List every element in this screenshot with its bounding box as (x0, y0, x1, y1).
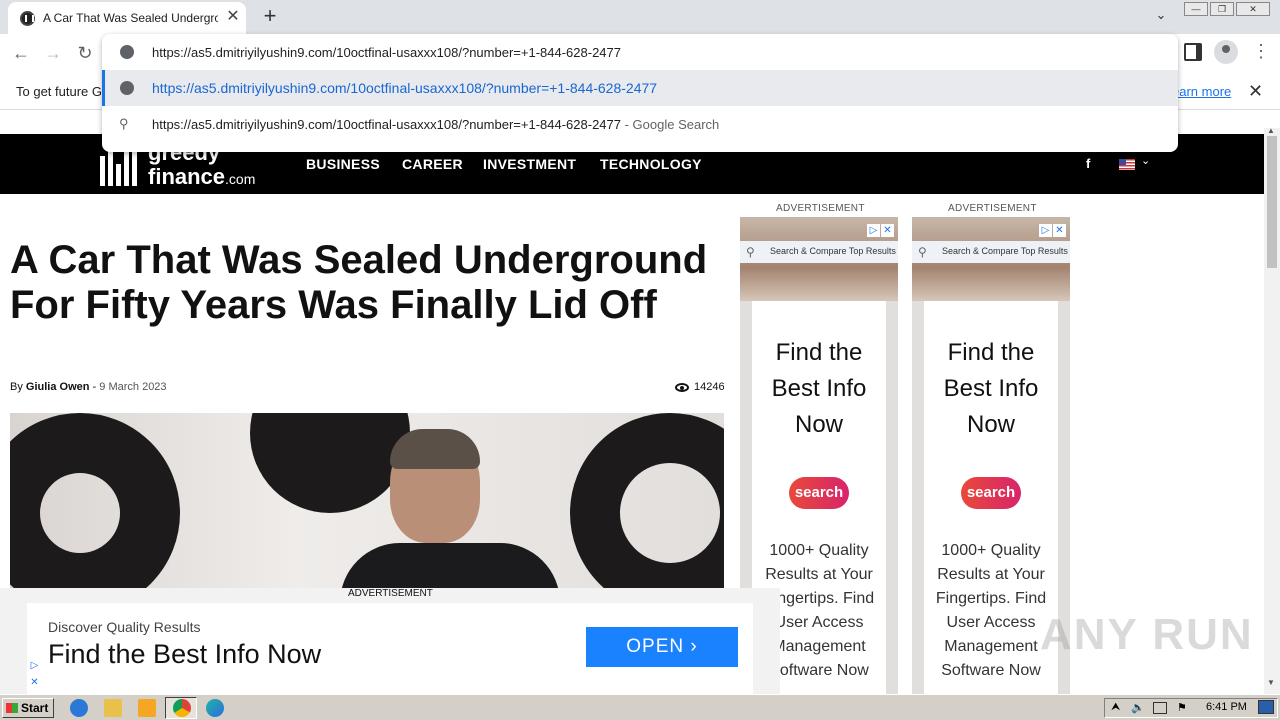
hero-backdrop-shape (570, 413, 724, 613)
scrollbar-thumb[interactable] (1267, 136, 1277, 268)
restore-button[interactable]: ❐ (1210, 2, 1234, 16)
window-close-button[interactable]: ✕ (1236, 2, 1270, 16)
view-count: 14246 (694, 381, 725, 393)
page-scrollbar[interactable]: ▲ ▼ (1264, 126, 1280, 694)
side-panel-icon[interactable] (1184, 43, 1202, 61)
adchoices-icon[interactable]: ▷ (28, 659, 41, 672)
byline-separator: - (92, 381, 97, 393)
bottom-ad-card[interactable]: Discover Quality Results Find the Best I… (27, 603, 753, 694)
volume-icon[interactable]: 🔈 (1131, 701, 1145, 714)
watermark-logo: ANY RUN (1040, 610, 1254, 659)
minimize-button[interactable]: — (1184, 2, 1208, 16)
scroll-down-icon[interactable]: ▼ (1267, 678, 1275, 687)
suggestion-search-hint: - Google Search (620, 117, 720, 132)
site-info-icon[interactable] (120, 45, 134, 59)
chrome-icon (173, 699, 191, 717)
magnifier-icon: ⚲ (746, 245, 755, 259)
nav-investment[interactable]: INVESTMENT (483, 156, 576, 172)
info-bar-text: To get future G (16, 84, 102, 99)
adchoices-icon[interactable]: ▷ (1039, 224, 1052, 237)
taskbar: Start ⮝ 🔈 ⚑ 6:41 PM (0, 694, 1280, 720)
suggestion-search-query: https://as5.dmitriyilyushin9.com/10octfi… (152, 117, 621, 132)
us-flag-icon[interactable] (1119, 159, 1135, 170)
info-bar-close-icon[interactable]: ✕ (1248, 81, 1263, 102)
suggestion-search-text: https://as5.dmitriyilyushin9.com/10octfi… (152, 117, 719, 132)
ad-label: ADVERTISEMENT (776, 203, 865, 214)
article-byline: By Giulia Owen - 9 March 2023 (10, 381, 167, 393)
clock[interactable]: 6:41 PM (1206, 701, 1247, 713)
ad-title: Find the Best Info Now (771, 339, 867, 438)
logo-word: finance (148, 164, 226, 189)
ad-search-bar: Search & Compare Top Results (912, 241, 1070, 263)
article-headline: A Car That Was Sealed Underground For Fi… (10, 238, 708, 327)
new-tab-button[interactable]: + (258, 5, 282, 29)
language-chevron-icon[interactable]: ⌄ (1141, 154, 1150, 167)
forward-arrow-icon[interactable]: → (40, 41, 66, 65)
tab-search-chevron-icon[interactable]: ⌄ (1150, 7, 1172, 27)
bottom-ad: ADVERTISEMENT Discover Quality Results F… (0, 588, 780, 694)
scroll-up-icon[interactable]: ▲ (1267, 126, 1275, 135)
system-tray: ⮝ 🔈 ⚑ (1104, 698, 1278, 718)
show-desktop-icon[interactable] (1258, 700, 1274, 714)
edge-icon[interactable] (206, 699, 224, 717)
adchoices-icon[interactable]: ▷ (867, 224, 880, 237)
tray-expand-icon[interactable]: ⮝ (1111, 701, 1120, 714)
start-button[interactable]: Start (2, 698, 54, 718)
ie-icon[interactable] (70, 699, 88, 717)
back-arrow-icon[interactable]: ← (8, 41, 34, 65)
profile-avatar-icon[interactable] (1214, 40, 1238, 64)
bottom-ad-close-icon[interactable]: ✕ (28, 676, 41, 689)
ad-title: Find the Best Info Now (943, 339, 1039, 438)
logo-dotcom: .com (225, 171, 256, 187)
omnibox-suggestion-url[interactable]: https://as5.dmitriyilyushin9.com/10octfi… (102, 70, 1178, 106)
hero-backdrop-shape (10, 413, 180, 613)
reload-icon[interactable]: ↻ (72, 41, 98, 65)
tab-strip: A Car That Was Sealed Underground For Fi… (0, 0, 1280, 34)
tab-active[interactable]: A Car That Was Sealed Underground For Fi… (8, 2, 246, 34)
search-icon: ⚲ (119, 116, 129, 131)
nav-technology[interactable]: TECHNOLOGY (600, 156, 702, 172)
taskbar-chrome-button[interactable] (165, 697, 197, 719)
ad-search-logo: search (961, 477, 1021, 509)
ad-search-logo: search (789, 477, 849, 509)
eye-icon (675, 383, 689, 392)
ad-search-bar: Search & Compare Top Results (740, 241, 898, 263)
omnibox: https://as5.dmitriyilyushin9.com/10octfi… (102, 34, 1178, 152)
tab-close-icon[interactable]: ✕ (224, 8, 242, 26)
ad-body: 1000+ Quality Results at Your Fingertips… (935, 542, 1047, 679)
article-date: 9 March 2023 (99, 381, 167, 393)
suggestion-url-text: https://as5.dmitriyilyushin9.com/10octfi… (152, 80, 658, 96)
ad-close-icon[interactable]: ✕ (881, 224, 894, 237)
globe-icon (120, 81, 134, 95)
address-input[interactable]: https://as5.dmitriyilyushin9.com/10octfi… (152, 45, 621, 60)
bottom-ad-label: ADVERTISEMENT (348, 588, 433, 599)
nav-business[interactable]: BUSINESS (306, 156, 380, 172)
learn-more-link[interactable]: earn more (1172, 84, 1231, 99)
ad-label: ADVERTISEMENT (948, 203, 1037, 214)
site-favicon-icon (20, 11, 35, 26)
ad-close-icon[interactable]: ✕ (1053, 224, 1066, 237)
logo-text-bottom[interactable]: finance.com (148, 164, 255, 190)
nav-career[interactable]: CAREER (402, 156, 463, 172)
explorer-icon[interactable] (104, 699, 122, 717)
tab-title: A Car That Was Sealed Underground For Fi… (43, 11, 218, 25)
bottom-ad-title: Find the Best Info Now (48, 639, 322, 669)
flag-icon[interactable]: ⚑ (1177, 701, 1187, 714)
web-page: greedy finance.com BUSINESS CAREER INVES… (0, 110, 1264, 694)
magnifier-icon: ⚲ (918, 245, 927, 259)
author-link[interactable]: Giulia Owen (26, 381, 90, 393)
start-label: Start (21, 701, 49, 715)
menu-kebab-icon[interactable]: ⋮ (1252, 40, 1270, 64)
facebook-icon[interactable]: f (1086, 156, 1090, 171)
byline-by: By (10, 381, 23, 393)
omnibox-suggestion-search[interactable]: ⚲ https://as5.dmitriyilyushin9.com/10oct… (102, 106, 1178, 142)
address-bar[interactable]: https://as5.dmitriyilyushin9.com/10octfi… (102, 34, 1178, 70)
windows-logo-icon (6, 703, 18, 713)
open-button[interactable]: OPEN › (586, 627, 738, 667)
network-icon[interactable] (1153, 702, 1167, 714)
bottom-ad-subtitle: Discover Quality Results (48, 619, 201, 635)
media-player-icon[interactable] (138, 699, 156, 717)
